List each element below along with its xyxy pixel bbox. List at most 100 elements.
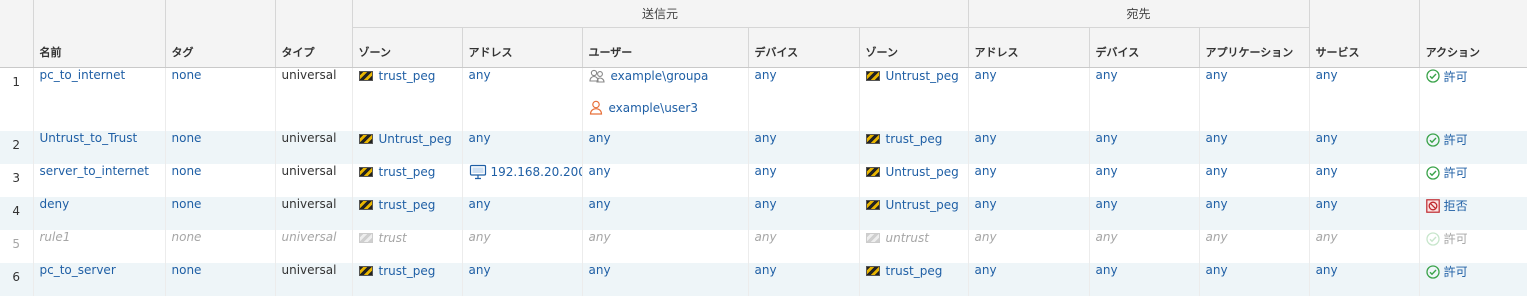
src-zone[interactable]: trust_peg bbox=[379, 69, 436, 83]
col-header-dst-device[interactable]: デバイス bbox=[1089, 27, 1200, 68]
src-device[interactable]: any bbox=[748, 197, 860, 230]
src-user-group[interactable]: example\groupa bbox=[611, 69, 709, 83]
src-zone-cell[interactable]: trust_peg bbox=[352, 263, 463, 296]
dst-address[interactable]: any bbox=[968, 197, 1090, 230]
table-row[interactable]: 4 deny none universal trust_peg any any … bbox=[0, 197, 1527, 230]
rule-tag[interactable]: none bbox=[165, 67, 276, 131]
src-address[interactable]: any bbox=[462, 263, 583, 296]
src-user[interactable]: any bbox=[582, 197, 749, 230]
src-zone-cell[interactable]: trust_peg bbox=[352, 67, 463, 131]
rule-tag[interactable]: none bbox=[165, 263, 276, 296]
service[interactable]: any bbox=[1309, 164, 1420, 197]
rule-name-link[interactable]: server_to_internet bbox=[33, 164, 166, 197]
dst-address[interactable]: any bbox=[968, 67, 1090, 131]
dst-zone-cell[interactable]: trust_peg bbox=[859, 131, 969, 164]
rule-name-link[interactable]: deny bbox=[33, 197, 166, 230]
dst-zone-cell[interactable]: Untrust_peg bbox=[859, 164, 969, 197]
src-device[interactable]: any bbox=[748, 131, 860, 164]
dst-zone[interactable]: Untrust_peg bbox=[886, 69, 959, 83]
dst-zone-cell[interactable]: Untrust_peg bbox=[859, 67, 969, 131]
src-zone[interactable]: trust_peg bbox=[379, 264, 436, 278]
dst-zone[interactable]: Untrust_peg bbox=[886, 165, 959, 179]
src-user[interactable]: any bbox=[582, 131, 749, 164]
src-address[interactable]: 192.168.20.200 bbox=[491, 165, 582, 179]
application[interactable]: any bbox=[1199, 164, 1310, 197]
src-device[interactable]: any bbox=[748, 67, 860, 131]
dst-zone[interactable]: trust_peg bbox=[886, 264, 943, 278]
action-cell[interactable]: 許可 bbox=[1419, 67, 1527, 131]
src-address-cell[interactable]: 192.168.20.200 bbox=[462, 164, 583, 197]
src-address[interactable]: any bbox=[462, 131, 583, 164]
dst-zone-cell[interactable]: trust_peg bbox=[859, 263, 969, 296]
table-row[interactable]: 2 Untrust_to_Trust none universal Untrus… bbox=[0, 131, 1527, 164]
dst-address[interactable]: any bbox=[968, 230, 1090, 263]
src-zone[interactable]: trust_peg bbox=[379, 165, 436, 179]
dst-device[interactable]: any bbox=[1089, 164, 1200, 197]
col-header-src-user[interactable]: ユーザー bbox=[582, 27, 749, 68]
table-row[interactable]: 1 pc_to_internet none universal trust_pe… bbox=[0, 67, 1527, 131]
col-header-src-zone[interactable]: ゾーン bbox=[352, 27, 463, 68]
src-zone-cell[interactable]: trust_peg bbox=[352, 164, 463, 197]
col-header-tag[interactable]: タグ bbox=[165, 27, 276, 68]
action-cell[interactable]: 許可 bbox=[1419, 263, 1527, 296]
dst-address[interactable]: any bbox=[968, 164, 1090, 197]
dst-zone-cell[interactable]: untrust bbox=[859, 230, 969, 263]
action-label[interactable]: 許可 bbox=[1444, 68, 1468, 85]
src-address[interactable]: any bbox=[462, 230, 583, 263]
action-cell[interactable]: 許可 bbox=[1419, 230, 1527, 263]
action-label[interactable]: 拒否 bbox=[1444, 197, 1468, 214]
action-label[interactable]: 許可 bbox=[1444, 263, 1468, 280]
service[interactable]: any bbox=[1309, 131, 1420, 164]
col-header-type[interactable]: タイプ bbox=[275, 27, 353, 68]
src-address[interactable]: any bbox=[462, 197, 583, 230]
dst-device[interactable]: any bbox=[1089, 263, 1200, 296]
col-header-action[interactable]: アクション bbox=[1419, 27, 1527, 68]
col-header-src-device[interactable]: デバイス bbox=[748, 27, 860, 68]
dst-zone[interactable]: trust_peg bbox=[886, 132, 943, 146]
src-zone-cell[interactable]: trust bbox=[352, 230, 463, 263]
dst-zone[interactable]: untrust bbox=[886, 231, 929, 245]
src-user[interactable]: any bbox=[582, 164, 749, 197]
application[interactable]: any bbox=[1199, 197, 1310, 230]
dst-device[interactable]: any bbox=[1089, 230, 1200, 263]
table-row[interactable]: 6 pc_to_server none universal trust_peg … bbox=[0, 263, 1527, 296]
src-device[interactable]: any bbox=[748, 164, 860, 197]
service[interactable]: any bbox=[1309, 67, 1420, 131]
src-user[interactable]: any bbox=[582, 230, 749, 263]
dst-address[interactable]: any bbox=[968, 131, 1090, 164]
col-header-service[interactable]: サービス bbox=[1309, 27, 1420, 68]
src-user[interactable]: any bbox=[582, 263, 749, 296]
col-header-name[interactable]: 名前 bbox=[33, 27, 166, 68]
col-header-src-address[interactable]: アドレス bbox=[462, 27, 583, 68]
application[interactable]: any bbox=[1199, 131, 1310, 164]
dst-address[interactable]: any bbox=[968, 263, 1090, 296]
rule-name-link[interactable]: Untrust_to_Trust bbox=[33, 131, 166, 164]
dst-zone[interactable]: Untrust_peg bbox=[886, 198, 959, 212]
action-cell[interactable]: 許可 bbox=[1419, 164, 1527, 197]
rule-tag[interactable]: none bbox=[165, 131, 276, 164]
application[interactable]: any bbox=[1199, 230, 1310, 263]
dst-device[interactable]: any bbox=[1089, 67, 1200, 131]
dst-device[interactable]: any bbox=[1089, 131, 1200, 164]
col-header-dst-address[interactable]: アドレス bbox=[968, 27, 1090, 68]
src-address[interactable]: any bbox=[462, 67, 583, 131]
rule-name-link[interactable]: rule1 bbox=[33, 230, 166, 263]
action-label[interactable]: 許可 bbox=[1444, 164, 1468, 181]
action-cell[interactable]: 許可 bbox=[1419, 131, 1527, 164]
table-row[interactable]: 3 server_to_internet none universal trus… bbox=[0, 164, 1527, 197]
src-device[interactable]: any bbox=[748, 263, 860, 296]
src-zone-cell[interactable]: Untrust_peg bbox=[352, 131, 463, 164]
src-device[interactable]: any bbox=[748, 230, 860, 263]
rule-name-link[interactable]: pc_to_server bbox=[33, 263, 166, 296]
service[interactable]: any bbox=[1309, 263, 1420, 296]
src-zone-cell[interactable]: trust_peg bbox=[352, 197, 463, 230]
action-cell[interactable]: 拒否 bbox=[1419, 197, 1527, 230]
rule-name-link[interactable]: pc_to_internet bbox=[33, 67, 166, 131]
service[interactable]: any bbox=[1309, 197, 1420, 230]
service[interactable]: any bbox=[1309, 230, 1420, 263]
src-zone[interactable]: trust_peg bbox=[379, 198, 436, 212]
application[interactable]: any bbox=[1199, 67, 1310, 131]
rule-tag[interactable]: none bbox=[165, 164, 276, 197]
dst-device[interactable]: any bbox=[1089, 197, 1200, 230]
action-label[interactable]: 許可 bbox=[1444, 131, 1468, 148]
